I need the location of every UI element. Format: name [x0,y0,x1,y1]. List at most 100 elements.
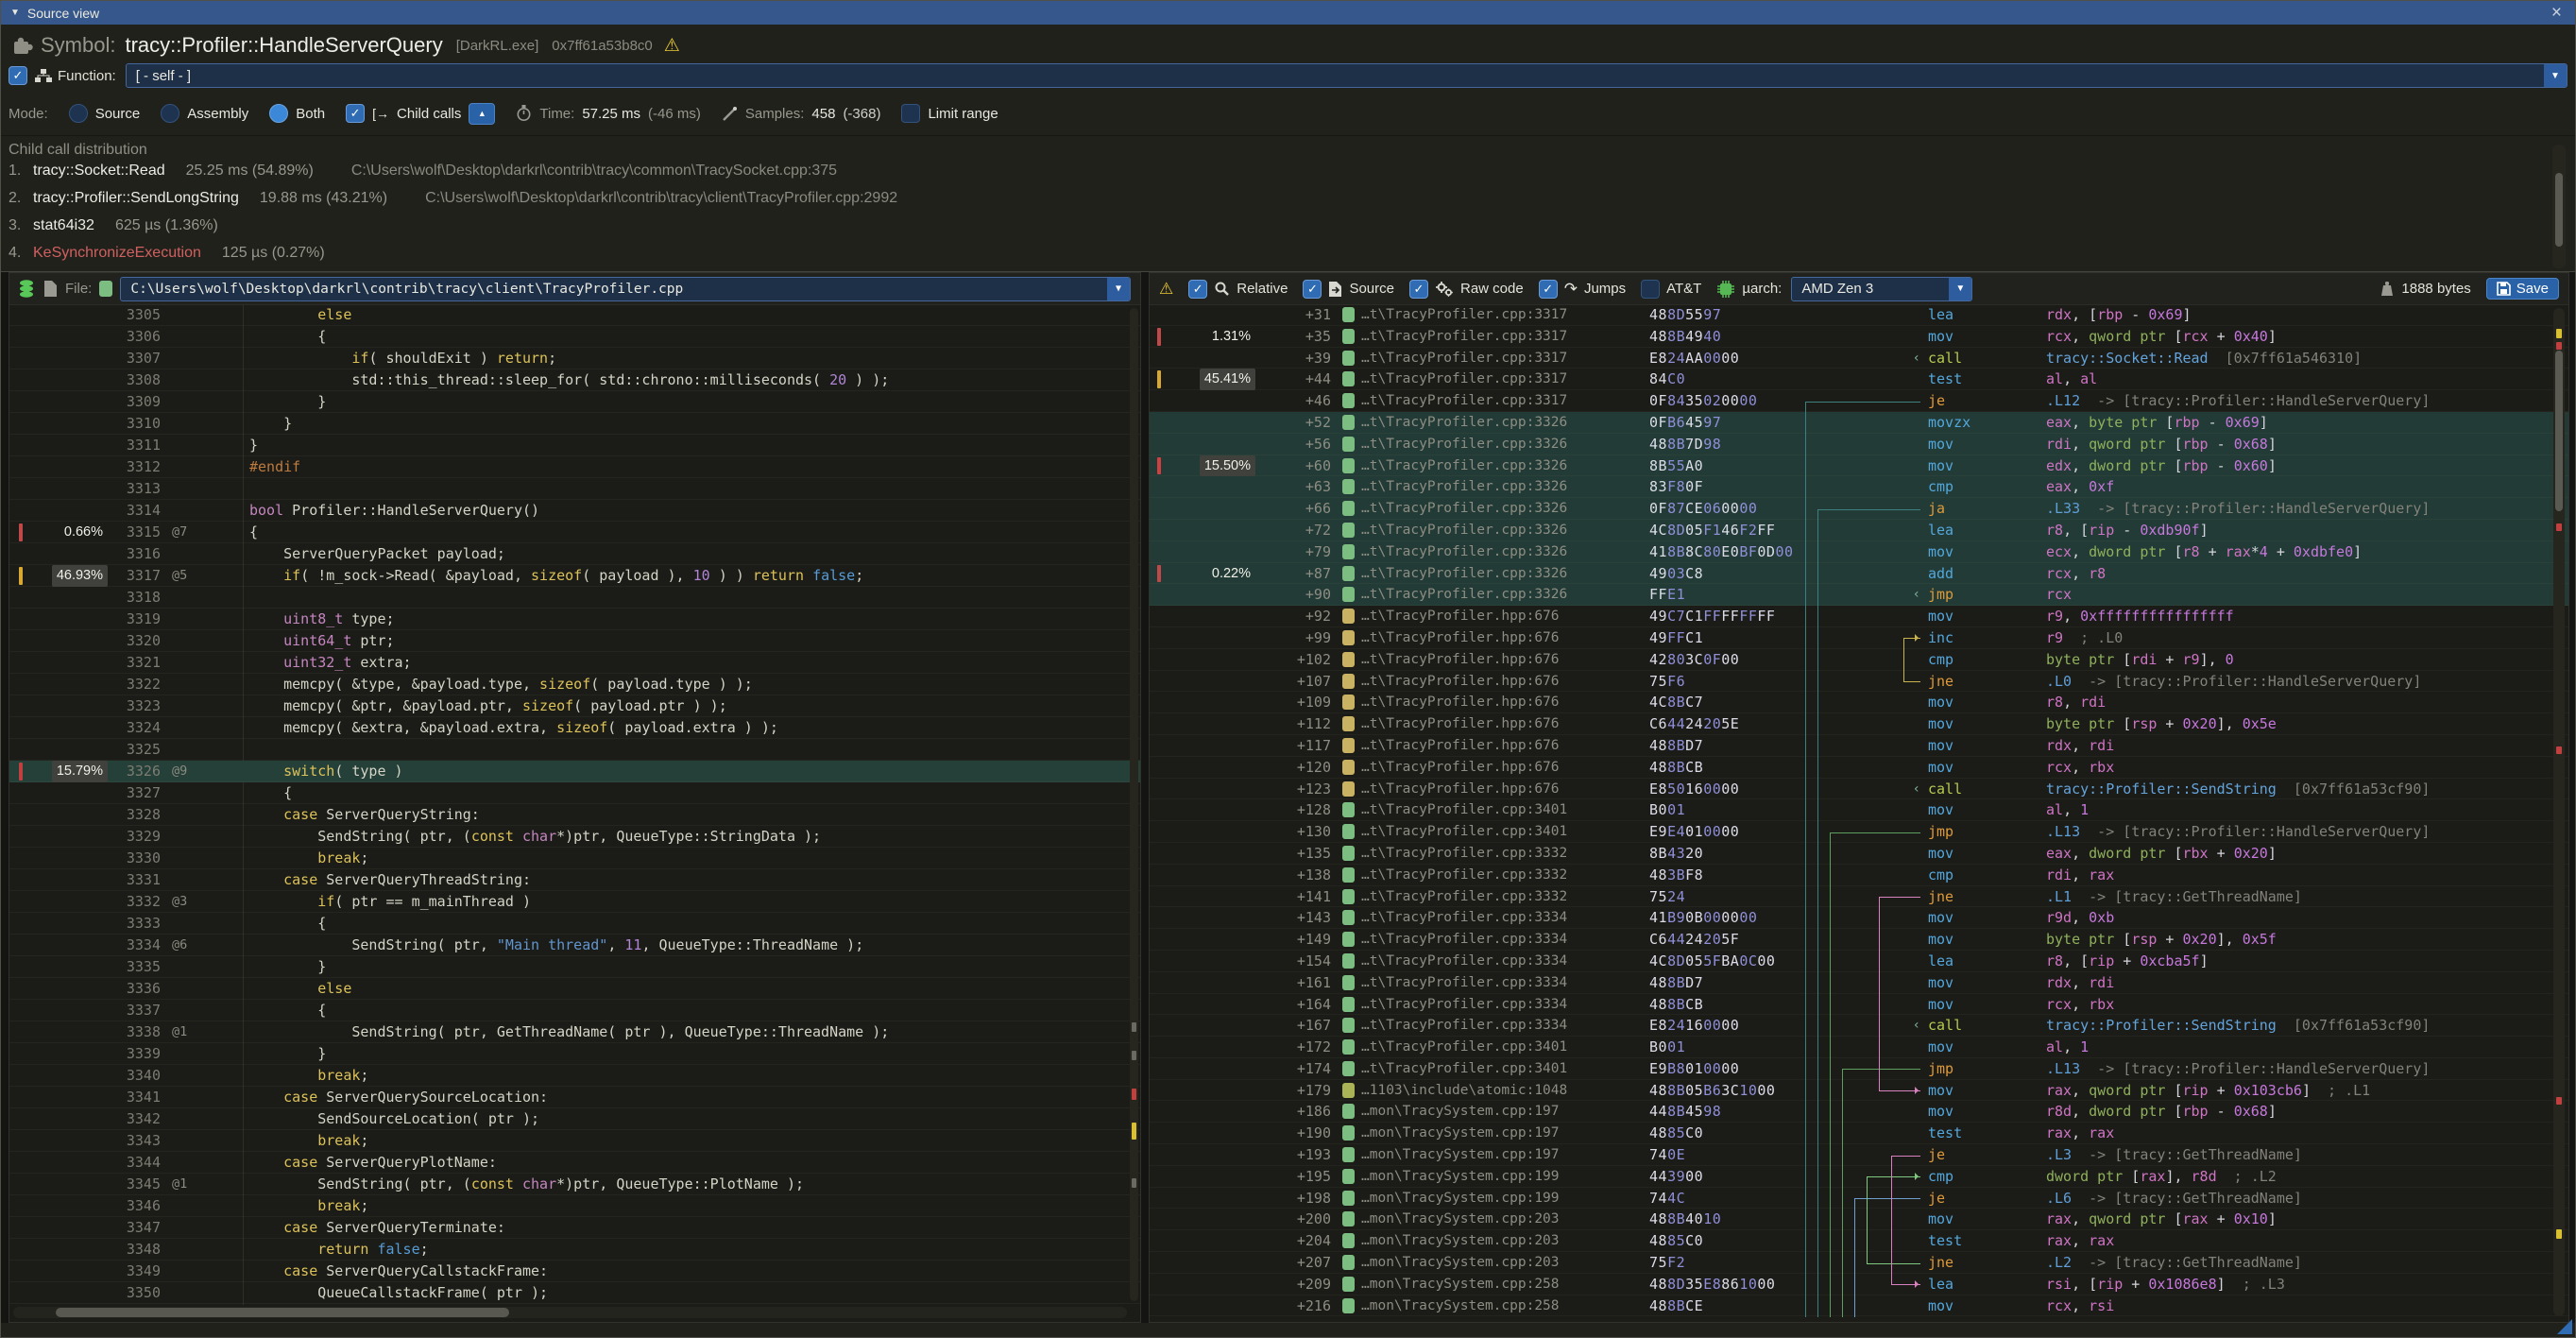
asm-source-location[interactable]: …t\TracyProfiler.cpp:3317 [1361,326,1567,348]
asm-row[interactable]: 0.22%+87…t\TracyProfiler.cpp:33264903C8a… [1150,563,2568,585]
asm-mnemonic[interactable]: inc [1928,627,2032,649]
asm-source-location[interactable]: …t\TracyProfiler.cpp:3326 [1361,563,1567,585]
asm-row[interactable]: +130…t\TracyProfiler.cpp:3401E9E4010000j… [1150,821,2568,843]
asm-row[interactable]: +193…mon\TracySystem.cpp:197740Eje.L3 ->… [1150,1144,2568,1166]
asm-mnemonic[interactable]: call [1928,779,2032,800]
asm-mnemonic[interactable]: test [1928,1230,2032,1252]
asm-row[interactable]: +167…t\TracyProfiler.cpp:3334E824160000‹… [1150,1015,2568,1037]
asm-mnemonic[interactable]: test [1928,1123,2032,1144]
asm-source-location[interactable]: …t\TracyProfiler.cpp:3317 [1361,390,1567,412]
source-line-row[interactable]: 3333 { [9,913,1140,935]
asm-row[interactable]: +161…t\TracyProfiler.cpp:3334488BD7movrd… [1150,972,2568,994]
source-line-row[interactable]: 3309 } [9,391,1140,413]
source-line-row[interactable]: 3311} [9,435,1140,456]
child-call-row[interactable]: 1.tracy::Socket::Read25.25 ms (54.89%)C:… [9,163,2575,190]
asm-row[interactable]: +186…mon\TracySystem.cpp:197448B4598movr… [1150,1101,2568,1123]
asm-mnemonic[interactable]: mov [1928,994,2032,1016]
asm-row[interactable]: +138…t\TracyProfiler.cpp:3332483BF8cmprd… [1150,865,2568,886]
asm-mnemonic[interactable]: jmp [1928,1058,2032,1080]
chevron-down-icon[interactable]: ▼ [2544,64,2567,87]
asm-row[interactable]: +154…t\TracyProfiler.cpp:33344C8D055FBA0… [1150,951,2568,972]
source-line-row[interactable]: 3337 { [9,1000,1140,1021]
asm-mnemonic[interactable]: test [1928,369,2032,390]
source-line-row[interactable]: 3310 } [9,413,1140,435]
close-icon[interactable]: × [2551,3,2562,24]
assembly-scrollbar[interactable] [2553,308,2565,1316]
collapse-icon[interactable]: ▼ [10,8,20,18]
source-line-row[interactable]: 3322 memcpy( &type, &payload.type, sizeo… [9,674,1140,695]
asm-source-location[interactable]: …t\TracyProfiler.cpp:3334 [1361,972,1567,994]
child-call-scrollbar[interactable] [2552,145,2566,268]
source-line-row[interactable]: 3346 break; [9,1195,1140,1217]
asm-source-location[interactable]: …1103\include\atomic:1048 [1361,1080,1567,1102]
raw-code-checkbox[interactable]: Raw code [1409,280,1524,299]
source-line-row[interactable]: 3321 uint32_t extra; [9,652,1140,674]
asm-source-location[interactable]: …t\TracyProfiler.hpp:676 [1361,649,1560,671]
asm-source-location[interactable]: …mon\TracySystem.cpp:203 [1361,1230,1560,1252]
source-line-row[interactable]: 3341 case ServerQuerySourceLocation: [9,1087,1140,1108]
asm-row[interactable]: +143…t\TracyProfiler.cpp:333441B90B00000… [1150,907,2568,929]
source-line-row[interactable]: 3325 [9,739,1140,761]
source-line-row[interactable]: 3348 return false; [9,1239,1140,1261]
asm-row[interactable]: +195…mon\TracySystem.cpp:199443900cmpdwo… [1150,1166,2568,1188]
asm-row[interactable]: +109…t\TracyProfiler.hpp:6764C8BC7movr8,… [1150,692,2568,713]
asm-row[interactable]: +141…t\TracyProfiler.cpp:33327524jne.L1 … [1150,886,2568,908]
title-bar[interactable]: ▼ Source view × [1,1,2575,25]
asm-mnemonic[interactable]: movzx [1928,412,2032,434]
radio-icon[interactable] [161,104,179,123]
asm-mnemonic[interactable]: mov [1928,434,2032,455]
asm-mnemonic[interactable]: jmp [1928,584,2032,606]
asm-source-location[interactable]: …t\TracyProfiler.cpp:3326 [1361,498,1567,520]
asm-mnemonic[interactable]: lea [1928,1274,2032,1295]
asm-mnemonic[interactable]: jne [1928,886,2032,908]
source-line-row[interactable]: 3350 QueueCallstackFrame( ptr ); [9,1282,1140,1304]
asm-mnemonic[interactable]: jne [1928,1252,2032,1274]
asm-row[interactable]: +123…t\TracyProfiler.hpp:676E850160000‹c… [1150,779,2568,800]
uarch-select[interactable]: AMD Zen 3 ▼ [1791,277,1972,301]
checkbox-icon[interactable] [1641,280,1660,299]
asm-source-location[interactable]: …t\TracyProfiler.cpp:3334 [1361,907,1567,929]
asm-row[interactable]: +92…t\TracyProfiler.hpp:67649C7C1FFFFFFF… [1150,606,2568,627]
asm-row[interactable]: +207…mon\TracySystem.cpp:20375F2jne.L2 -… [1150,1252,2568,1274]
asm-mnemonic[interactable]: cmp [1928,476,2032,498]
asm-source-location[interactable]: …t\TracyProfiler.cpp:3401 [1361,1058,1567,1080]
asm-mnemonic[interactable]: jmp [1928,821,2032,843]
asm-row[interactable]: +204…mon\TracySystem.cpp:2034885C0testra… [1150,1230,2568,1252]
checkbox-icon[interactable] [1303,280,1322,299]
asm-source-location[interactable]: …t\TracyProfiler.hpp:676 [1361,671,1560,693]
asm-mnemonic[interactable]: je [1928,390,2032,412]
relative-checkbox[interactable]: Relative [1188,280,1288,299]
source-line-row[interactable]: 3342 SendSourceLocation( ptr ); [9,1108,1140,1130]
asm-source-location[interactable]: …t\TracyProfiler.cpp:3334 [1361,929,1567,951]
limit-range-checkbox[interactable]: Limit range [901,104,998,123]
asm-source-location[interactable]: …mon\TracySystem.cpp:197 [1361,1123,1560,1144]
source-line-row[interactable]: 3318 [9,587,1140,609]
asm-row[interactable]: +56…t\TracyProfiler.cpp:3326488B7D98movr… [1150,434,2568,455]
scrollbar-thumb[interactable] [2555,351,2563,511]
asm-row[interactable]: 1.31%+35…t\TracyProfiler.cpp:3317488B494… [1150,326,2568,348]
chevron-down-icon[interactable]: ▼ [1949,278,1971,300]
asm-source-location[interactable]: …mon\TracySystem.cpp:197 [1361,1144,1560,1166]
chevron-down-icon[interactable]: ▼ [1107,278,1130,300]
source-line-row[interactable]: 3335 } [9,956,1140,978]
asm-row[interactable]: +46…t\TracyProfiler.cpp:33170F8435020000… [1150,390,2568,412]
asm-mnemonic[interactable]: mov [1928,326,2032,348]
asm-source-location[interactable]: …t\TracyProfiler.cpp:3334 [1361,1015,1567,1037]
asm-mnemonic[interactable]: cmp [1928,1166,2032,1188]
asm-mnemonic[interactable]: mov [1928,606,2032,627]
asm-mnemonic[interactable]: je [1928,1144,2032,1166]
scrollbar-thumb[interactable] [56,1308,509,1317]
source-line-row[interactable]: 3343 break; [9,1130,1140,1152]
asm-mnemonic[interactable]: mov [1928,799,2032,821]
asm-source-location[interactable]: …mon\TracySystem.cpp:258 [1361,1274,1560,1295]
asm-source-location[interactable]: …t\TracyProfiler.cpp:3326 [1361,434,1567,455]
asm-mnemonic[interactable]: mov [1928,1037,2032,1058]
source-line-row[interactable]: 3339 } [9,1043,1140,1065]
source-line-row[interactable]: 3344 case ServerQueryPlotName: [9,1152,1140,1174]
asm-mnemonic[interactable]: mov [1928,1209,2032,1230]
source-line-row[interactable]: 3312#endif [9,456,1140,478]
asm-source-location[interactable]: …t\TracyProfiler.hpp:676 [1361,606,1560,627]
asm-row[interactable]: +72…t\TracyProfiler.cpp:33264C8D05F146F2… [1150,520,2568,541]
asm-row[interactable]: +172…t\TracyProfiler.cpp:3401B001moval, … [1150,1037,2568,1058]
asm-source-location[interactable]: …t\TracyProfiler.cpp:3334 [1361,951,1567,972]
